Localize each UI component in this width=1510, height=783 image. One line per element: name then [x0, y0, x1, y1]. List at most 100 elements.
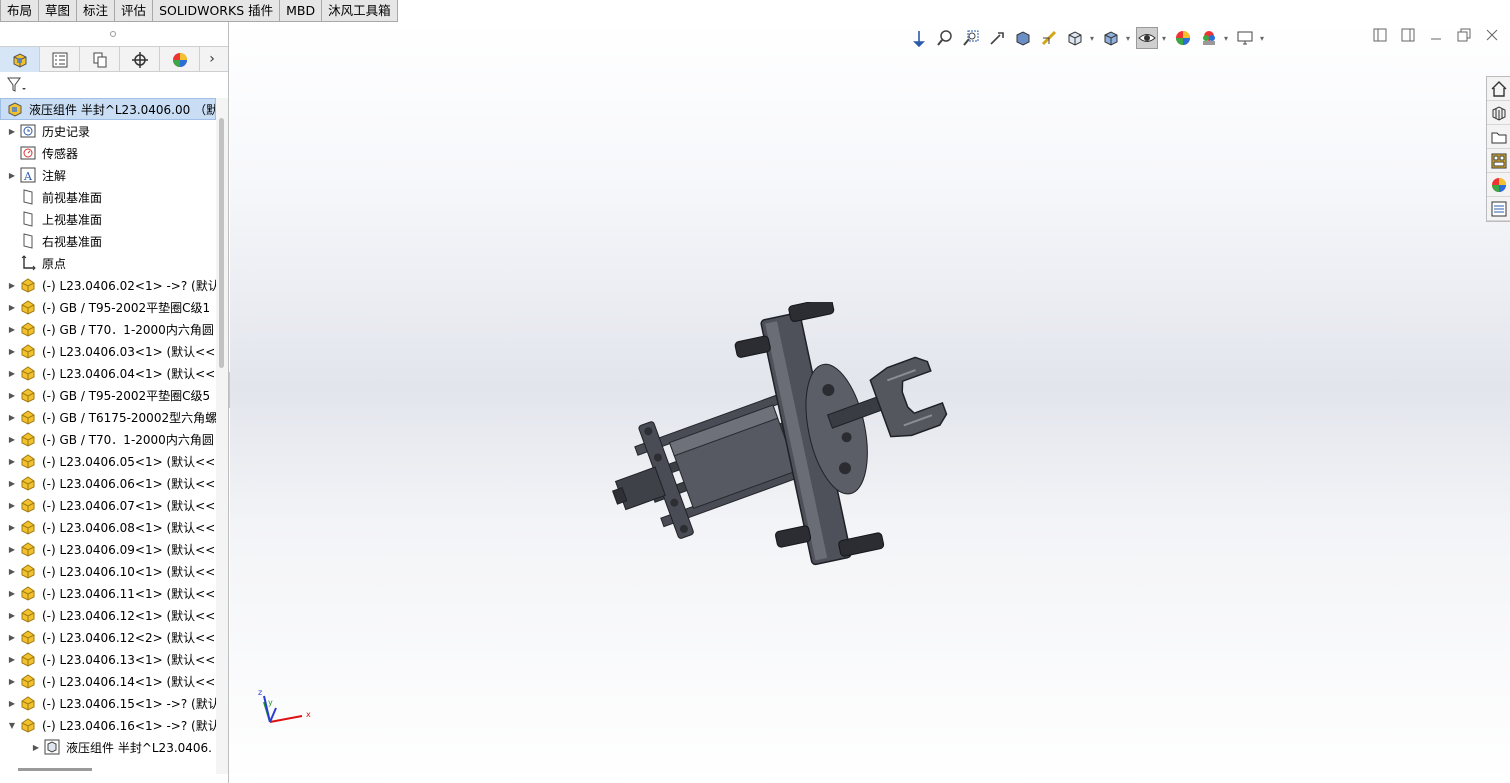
tab-evaluate[interactable]: 评估 — [115, 0, 154, 22]
tree-root[interactable]: 液压组件 半封^L23.0406.00 （默认 — [0, 98, 216, 120]
chevron-right-icon[interactable]: ▶ — [6, 589, 18, 598]
chevron-right-icon[interactable]: ▶ — [6, 127, 18, 136]
property-manager-tab[interactable] — [40, 47, 80, 72]
chevron-right-icon[interactable]: ▶ — [6, 435, 18, 444]
chevron-down-icon[interactable]: ▾ — [1162, 34, 1168, 43]
chevron-right-icon[interactable]: ▶ — [6, 281, 18, 290]
chevron-right-icon[interactable]: ▶ — [6, 303, 18, 312]
feature-manager-tab[interactable] — [0, 47, 40, 72]
tab-solidworks-addins[interactable]: SOLIDWORKS 插件 — [153, 0, 281, 22]
zoom-to-area-button[interactable] — [960, 27, 982, 49]
chevron-right-icon[interactable]: ▶ — [6, 655, 18, 664]
chevron-right-icon[interactable]: ▶ — [6, 677, 18, 686]
previous-view-button[interactable] — [986, 27, 1008, 49]
chevron-down-icon[interactable]: ▾ — [1224, 34, 1230, 43]
tree-item[interactable]: ▶ (-) L23.0406.05<1> (默认<< — [0, 450, 216, 472]
chevron-right-icon[interactable]: ▶ — [6, 457, 18, 466]
tree-item[interactable]: ▶ (-) L23.0406.07<1> (默认<< — [0, 494, 216, 516]
tree-item[interactable]: 传感器 — [0, 142, 216, 164]
dynamic-annotation-button[interactable] — [1038, 27, 1060, 49]
tree-item[interactable]: ▶ (-) L23.0406.04<1> (默认<< — [0, 362, 216, 384]
chevron-right-icon[interactable]: ▶ — [6, 611, 18, 620]
chevron-right-icon[interactable]: ▶ — [6, 699, 18, 708]
custom-properties-tab[interactable] — [1487, 197, 1510, 221]
edit-appearance-button[interactable] — [1172, 27, 1194, 49]
tab-layout[interactable]: 布局 — [0, 0, 40, 22]
chevron-right-icon[interactable]: › — [200, 47, 224, 71]
tree-item[interactable]: 前视基准面 — [0, 186, 216, 208]
chevron-right-icon[interactable]: ▶ — [6, 171, 18, 180]
tree-filter[interactable] — [0, 72, 228, 98]
chevron-right-icon[interactable]: ▶ — [6, 501, 18, 510]
chevron-right-icon[interactable]: ▶ — [6, 633, 18, 642]
chevron-right-icon[interactable]: ▶ — [6, 545, 18, 554]
zoom-to-fit-button[interactable] — [934, 27, 956, 49]
design-library-tab[interactable] — [1487, 101, 1510, 125]
hide-show-items-button[interactable] — [1136, 27, 1158, 49]
chevron-right-icon[interactable]: ▶ — [6, 347, 18, 356]
display-manager-tab[interactable] — [160, 47, 200, 72]
display-style-button[interactable] — [1100, 27, 1122, 49]
chevron-right-icon[interactable]: ▶ — [6, 325, 18, 334]
tree-item[interactable]: ▶ (-) GB / T70．1-2000内六角圆 — [0, 318, 216, 340]
tree-item[interactable]: 原点 — [0, 252, 216, 274]
close-button[interactable] — [1484, 28, 1500, 42]
tree-item[interactable]: ▶ (-) L23.0406.13<1> (默认<< — [0, 648, 216, 670]
tree-item[interactable]: 上视基准面 — [0, 208, 216, 230]
tree-item-child[interactable]: ▶ 液压组件 半封^L23.0406. — [0, 736, 216, 758]
tab-mbd[interactable]: MBD — [280, 0, 323, 22]
tree-item[interactable]: ▶ (-) GB / T70．1-2000内六角圆 — [0, 428, 216, 450]
tree-item[interactable]: ▶ (-) L23.0406.03<1> (默认<< — [0, 340, 216, 362]
chevron-down-icon[interactable]: ▾ — [1090, 34, 1096, 43]
section-view-button[interactable] — [1012, 27, 1034, 49]
panel-grip[interactable] — [0, 22, 228, 46]
tree-item[interactable]: ▶ A 注解 — [0, 164, 216, 186]
tile-left-button[interactable] — [1372, 28, 1388, 42]
tree-vertical-scrollbar[interactable] — [216, 98, 228, 774]
apply-scene-button[interactable] — [1198, 27, 1220, 49]
tree-item[interactable]: ▶ (-) L23.0406.08<1> (默认<< — [0, 516, 216, 538]
tree-item[interactable]: ▶ (-) L23.0406.11<1> (默认<< — [0, 582, 216, 604]
chevron-right-icon[interactable]: ▶ — [6, 567, 18, 576]
solidworks-resources-tab[interactable] — [1487, 77, 1510, 101]
view-palette-tab[interactable] — [1487, 149, 1510, 173]
tree-item[interactable]: ▶ 历史记录 — [0, 120, 216, 142]
tile-right-button[interactable] — [1400, 28, 1416, 42]
chevron-right-icon[interactable]: ▶ — [6, 523, 18, 532]
restore-button[interactable] — [1456, 28, 1472, 42]
tree-item[interactable]: ▶ (-) L23.0406.14<1> (默认<< — [0, 670, 216, 692]
tree-item[interactable]: 右视基准面 — [0, 230, 216, 252]
chevron-down-icon[interactable]: ▾ — [1260, 34, 1266, 43]
file-explorer-tab[interactable] — [1487, 125, 1510, 149]
chevron-right-icon[interactable]: ▶ — [6, 413, 18, 422]
tree-item[interactable]: ▶ (-) L23.0406.10<1> (默认<< — [0, 560, 216, 582]
chevron-right-icon[interactable]: ▶ — [6, 369, 18, 378]
view-orientation-button[interactable] — [908, 27, 930, 49]
tree-item[interactable]: ▶ (-) L23.0406.12<2> (默认<< — [0, 626, 216, 648]
view-orientation-cube-button[interactable] — [1064, 27, 1086, 49]
hydraulic-assembly-model[interactable] — [610, 302, 970, 602]
graphics-area[interactable]: ▾ ▾ ▾ ▾ ▾ x y z — [230, 22, 1510, 783]
dimxpert-manager-tab[interactable] — [120, 47, 160, 72]
tree-item[interactable]: ▶ (-) GB / T95-2002平垫圈C级5 — [0, 384, 216, 406]
appearances-tab[interactable] — [1487, 173, 1510, 197]
tree-item[interactable]: ▶ (-) L23.0406.02<1> ->? (默认 — [0, 274, 216, 296]
chevron-right-icon[interactable]: ▶ — [30, 743, 42, 752]
tab-sketch[interactable]: 草图 — [39, 0, 78, 22]
configuration-manager-tab[interactable] — [80, 47, 120, 72]
tab-mufeng-toolbox[interactable]: 沐风工具箱 — [322, 0, 398, 22]
chevron-right-icon[interactable]: ▶ — [6, 479, 18, 488]
tree-item[interactable]: ▼ (-) L23.0406.16<1> ->? (默认 — [0, 714, 216, 736]
chevron-down-icon[interactable]: ▾ — [1126, 34, 1132, 43]
minimize-button[interactable] — [1428, 28, 1444, 42]
view-settings-button[interactable] — [1234, 27, 1256, 49]
chevron-right-icon[interactable]: ▶ — [6, 391, 18, 400]
chevron-down-icon[interactable]: ▼ — [6, 721, 18, 730]
tree-item[interactable]: ▶ (-) GB / T95-2002平垫圈C级1 — [0, 296, 216, 318]
tree-item[interactable]: ▶ (-) GB / T6175-20002型六角螺 — [0, 406, 216, 428]
tree-horizontal-scrollbar[interactable] — [18, 768, 92, 771]
tab-dimension[interactable]: 标注 — [77, 0, 116, 22]
tree-item[interactable]: ▶ (-) L23.0406.15<1> ->? (默认 — [0, 692, 216, 714]
tree-item[interactable]: ▶ (-) L23.0406.06<1> (默认<< — [0, 472, 216, 494]
tree-item[interactable]: ▶ (-) L23.0406.09<1> (默认<< — [0, 538, 216, 560]
